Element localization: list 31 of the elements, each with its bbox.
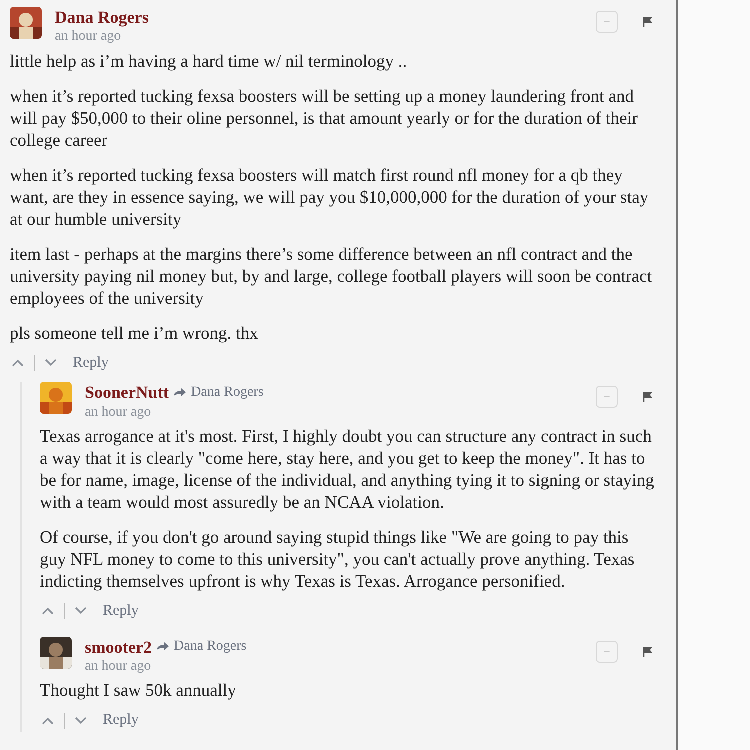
author-name[interactable]: Dana Rogers (55, 7, 149, 28)
downvote-button[interactable] (43, 357, 59, 369)
timestamp: an hour ago (85, 404, 152, 421)
comment-text: when it’s reported tucking fexsa boosters will match first round nfl money for a qb they want, are they in essence saying, we will pay you $10,000,000 for the duration of your stay at our humble university (10, 164, 650, 230)
comment-text: item last - perhaps at the margins there’s some difference between an nfl contract and the university paying nil money but, by and large, college football players will soon be contract employees of the university (10, 242, 654, 309)
comment-text: Thought I saw 50k annually (40, 679, 238, 702)
comment-text: little help as i’m having a hard time w/ nil terminology .. (10, 50, 408, 72)
reply-button[interactable]: Reply (103, 709, 139, 732)
reply-button[interactable]: Reply (103, 600, 139, 622)
upvote-button[interactable] (10, 357, 26, 369)
reply-to-name[interactable]: Dana Rogers (174, 638, 247, 656)
timestamp: an hour ago (55, 28, 122, 46)
collapse-button[interactable]: − (596, 11, 618, 33)
author-name[interactable]: smooter2 (85, 636, 152, 658)
flag-icon[interactable] (643, 646, 652, 656)
comment-text: when it’s reported tucking fexsa boosters will be setting up a money laundering front and will pay $50,000 to their oline personnel, is that amount yearly or for the duration of their college career (10, 84, 639, 151)
upvote-button[interactable] (40, 605, 56, 618)
reply-button[interactable]: Reply (73, 352, 109, 374)
comment-text: pls someone tell me i’m wrong. thx (10, 322, 260, 344)
flag-icon[interactable] (643, 392, 652, 402)
collapse-button[interactable]: − (596, 386, 618, 408)
comment-text: Texas arrogance at it's most. First, I highly doubt you can structure any contract in such a way that it is clearly "come here, stay here, and you get to keep the money". It has to be for name, image, license of the individual, and anything tying it to signing or staying with a team would most assuredly be an NCAA violation. (40, 425, 656, 513)
downvote-button[interactable] (73, 714, 89, 726)
reply-to-name[interactable]: Dana Rogers (191, 384, 264, 402)
arrow-icon (156, 641, 170, 654)
timestamp: an hour ago (85, 658, 152, 676)
collapse-button[interactable]: − (596, 640, 618, 662)
comment-text: Of course, if you don't go around saying stupid things like "We are going to pay this guy NFL money to come to this university", you can't actually prove anything. Texas indicting themselves upfront is why Texas is Texas. Arrogance personified. (40, 526, 636, 592)
author-name[interactable]: SoonerNutt (85, 382, 170, 404)
arrow-icon (173, 386, 188, 399)
flag-icon[interactable] (643, 17, 652, 27)
